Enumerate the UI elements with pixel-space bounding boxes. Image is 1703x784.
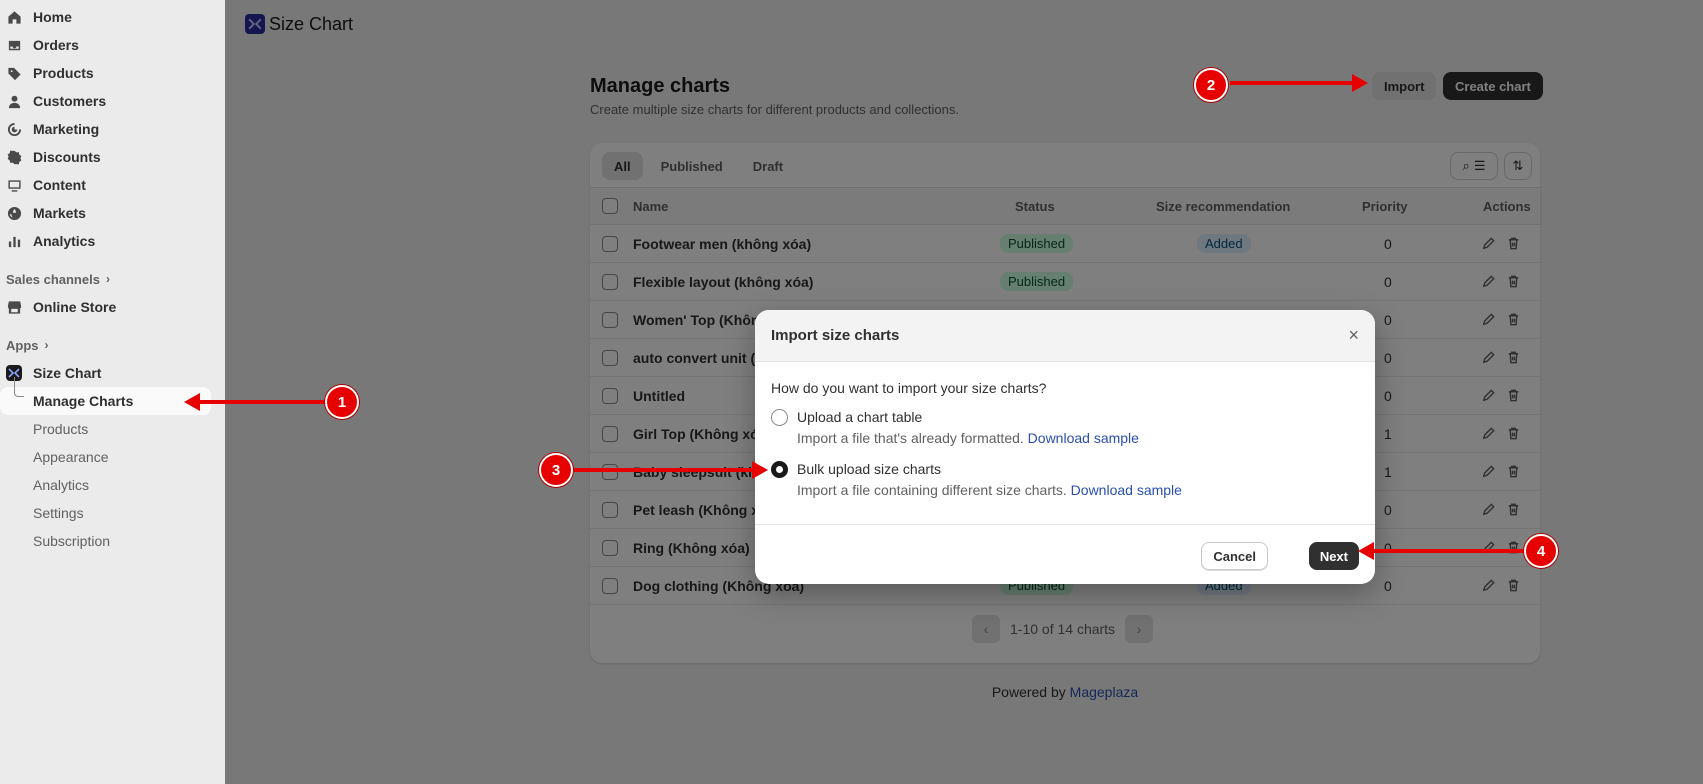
sidebar: Home Orders Products Customers Marketing… (0, 0, 225, 784)
content-icon (6, 177, 22, 193)
globe-icon (6, 205, 22, 221)
inbox-icon (6, 37, 22, 53)
person-icon (6, 93, 22, 109)
annotation-arrow-4 (1358, 542, 1528, 560)
nav-analytics[interactable]: Analytics (0, 227, 225, 255)
nav-home[interactable]: Home (0, 3, 225, 31)
radio-bulk-upload[interactable] (771, 460, 788, 478)
nav-markets[interactable]: Markets (0, 199, 225, 227)
tree-line (14, 377, 24, 397)
option-bulk-upload[interactable]: Bulk upload size charts (771, 458, 1359, 480)
nav-size-chart-app[interactable]: Size Chart (0, 359, 225, 387)
sidebar-item-settings[interactable]: Settings (0, 499, 225, 527)
close-icon[interactable]: × (1348, 325, 1359, 346)
modal-title: Import size charts (771, 327, 900, 344)
nav-discounts[interactable]: Discounts (0, 143, 225, 171)
discount-icon (6, 149, 22, 165)
apps-label[interactable]: Apps › (0, 331, 225, 359)
next-button[interactable]: Next (1308, 542, 1359, 570)
nav-orders[interactable]: Orders (0, 31, 225, 59)
sidebar-item-manage-charts[interactable]: Manage Charts (0, 377, 211, 415)
cancel-button[interactable]: Cancel (1201, 542, 1268, 570)
nav-online-store[interactable]: Online Store (0, 293, 225, 321)
annotation-marker-2: 2 (1194, 68, 1228, 102)
download-sample-link-1[interactable]: Download sample (1028, 430, 1139, 446)
annotation-marker-4: 4 (1524, 534, 1558, 568)
annotation-arrow-1 (184, 393, 326, 411)
sidebar-item-products[interactable]: Products (0, 415, 225, 443)
sidebar-item-analytics[interactable]: Analytics (0, 471, 225, 499)
download-sample-link-2[interactable]: Download sample (1071, 482, 1182, 498)
home-icon (6, 9, 22, 25)
bar-chart-icon (6, 233, 22, 249)
chevron-right-icon: › (105, 272, 110, 286)
nav-customers[interactable]: Customers (0, 87, 225, 115)
radio-upload-chart-table[interactable] (771, 408, 788, 426)
annotation-arrow-3 (574, 461, 768, 479)
store-icon (6, 299, 22, 315)
tag-icon (6, 65, 22, 81)
nav-content[interactable]: Content (0, 171, 225, 199)
modal-body: How do you want to import your size char… (755, 362, 1375, 504)
sidebar-item-subscription[interactable]: Subscription (0, 527, 225, 555)
option1-description: Import a file that's already formatted. … (797, 430, 1139, 446)
sidebar-item-appearance[interactable]: Appearance (0, 443, 225, 471)
import-modal: Import size charts × How do you want to … (755, 310, 1375, 584)
annotation-marker-1: 1 (325, 385, 359, 419)
modal-footer: Cancel Next (755, 524, 1375, 584)
import-question: How do you want to import your size char… (771, 380, 1047, 396)
chevron-right-icon: › (44, 338, 49, 352)
nav-products[interactable]: Products (0, 59, 225, 87)
target-icon (6, 121, 22, 137)
sales-channels-label[interactable]: Sales channels › (0, 265, 225, 293)
annotation-arrow-2 (1230, 74, 1368, 92)
annotation-marker-3: 3 (539, 453, 573, 487)
option-upload-chart-table[interactable]: Upload a chart table (771, 406, 1359, 428)
nav-marketing[interactable]: Marketing (0, 115, 225, 143)
option2-description: Import a file containing different size … (797, 482, 1182, 498)
modal-header: Import size charts (755, 310, 1375, 362)
